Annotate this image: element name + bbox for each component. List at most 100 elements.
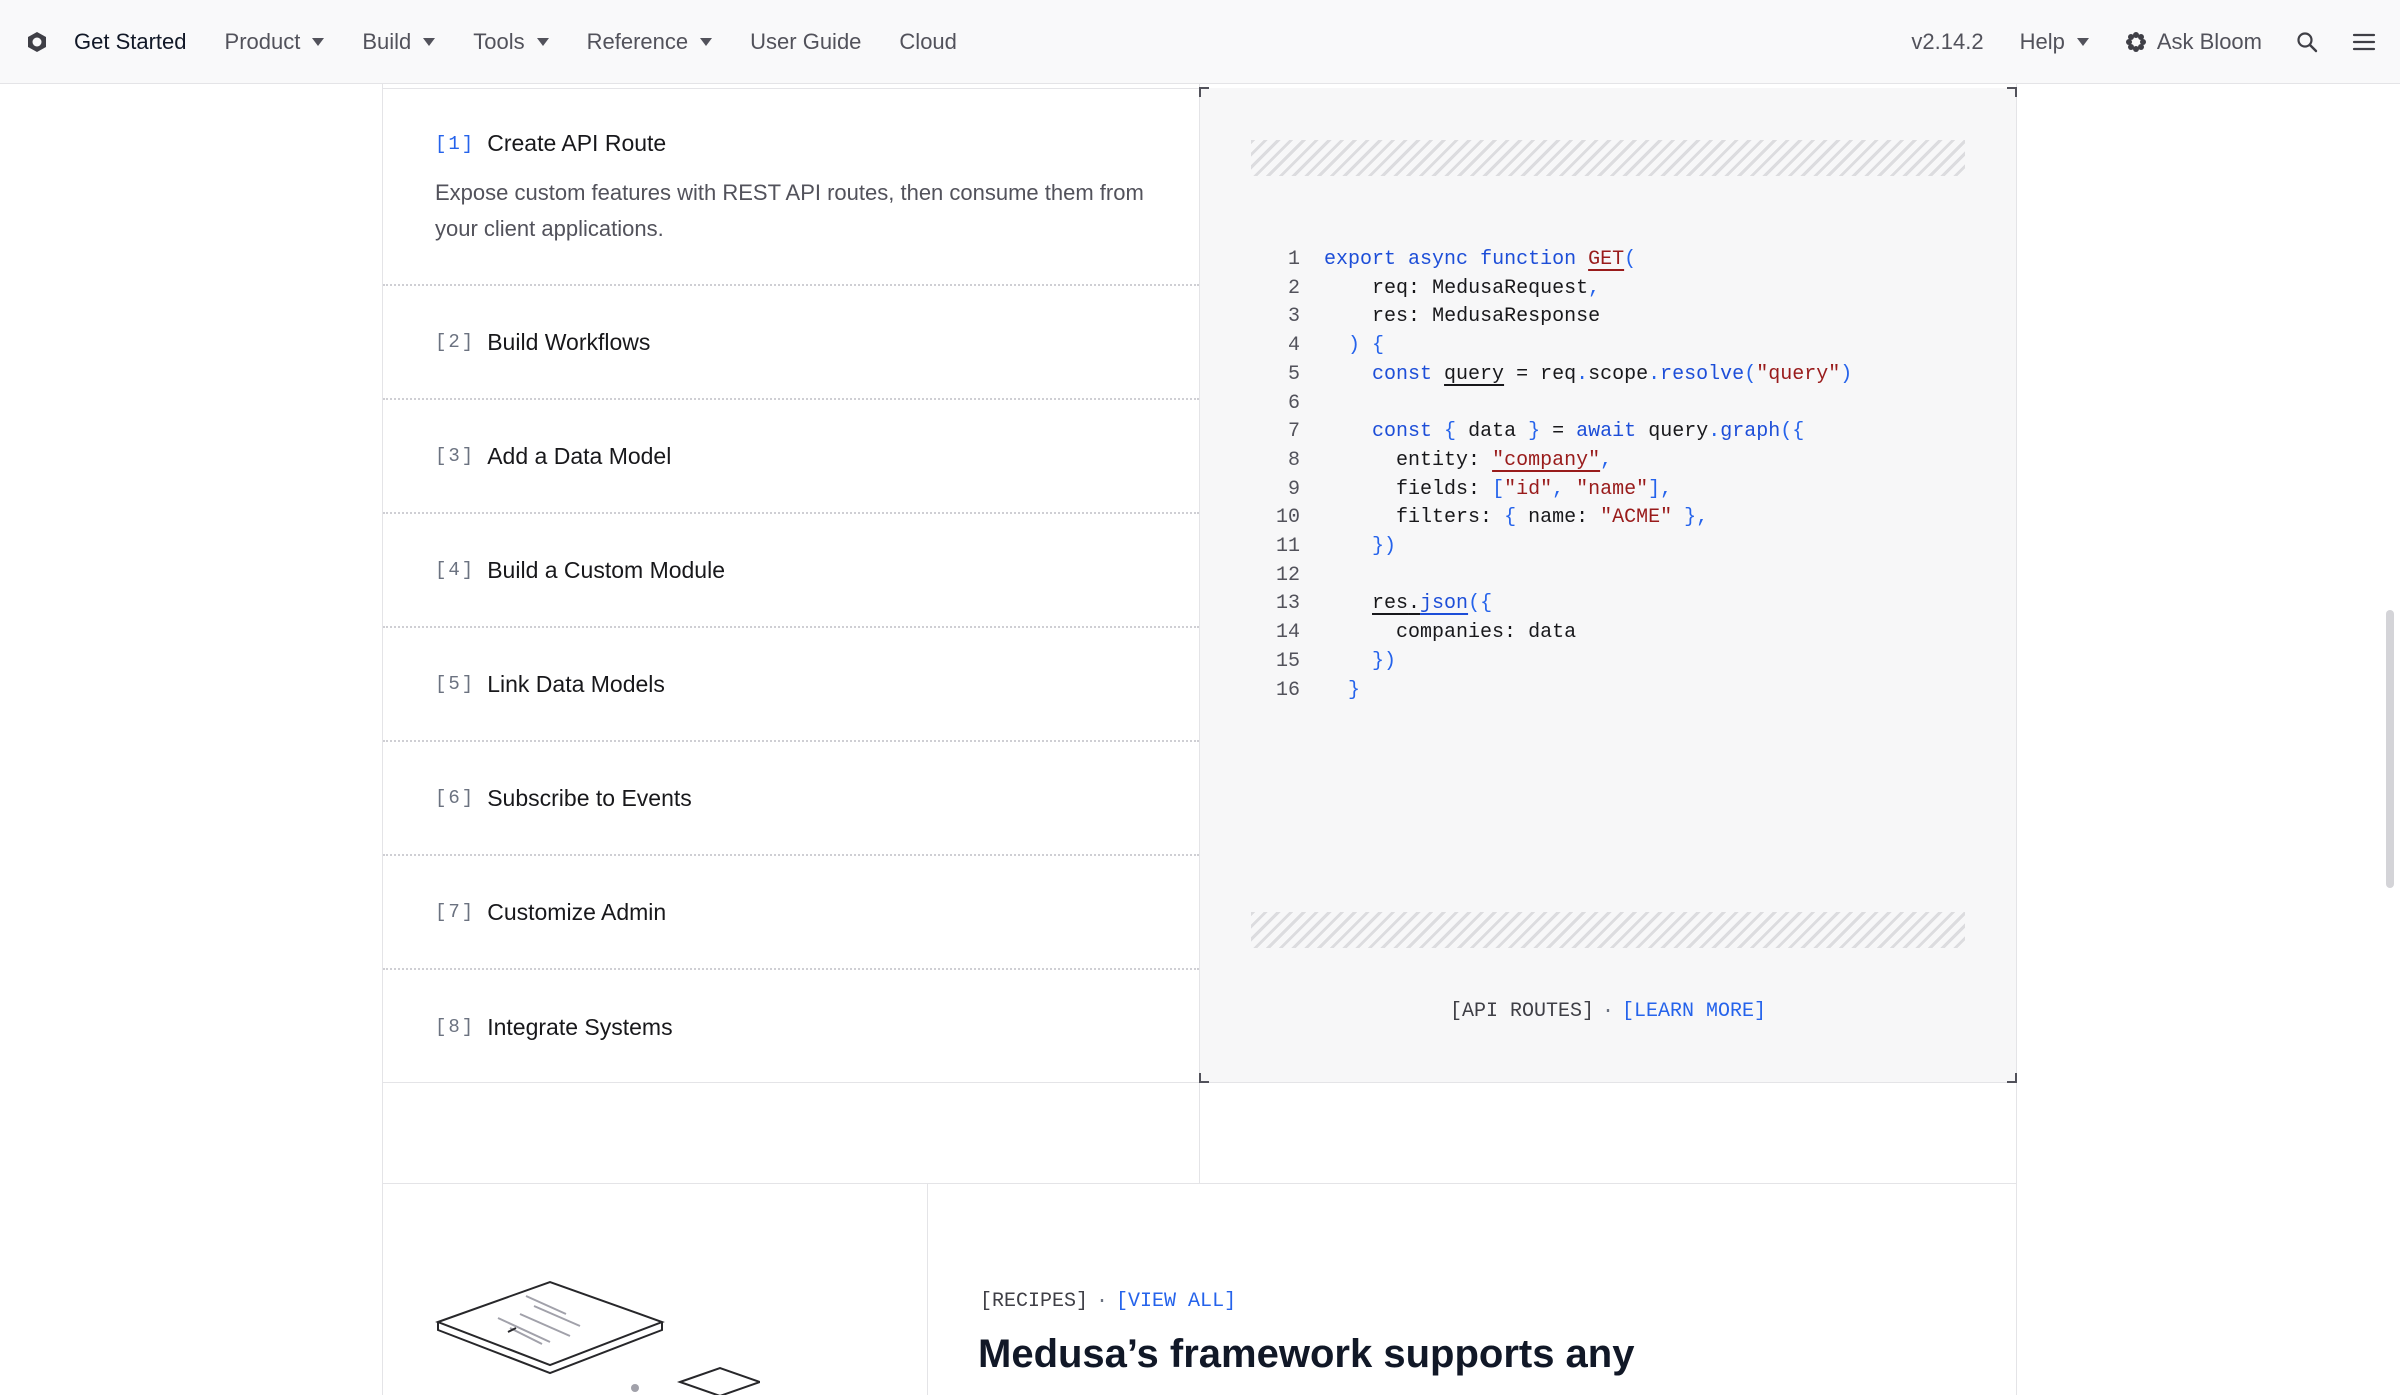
code-line: 5 const query = req.scope.resolve("query… [1250, 361, 1852, 390]
line-number: 2 [1287, 276, 1300, 300]
line-number: 4 [1287, 334, 1300, 358]
step-index: [7] [435, 901, 476, 923]
code-text: entity: "company", [1396, 448, 1613, 472]
code-text: }) [1372, 649, 1397, 673]
recipes-title: Medusa’s framework supports any [978, 1332, 1635, 1376]
step-title: Customize Admin [487, 898, 667, 925]
menu-icon[interactable] [2352, 32, 2376, 52]
version-label: v2.14.2 [1911, 28, 1984, 54]
corner-mark [2007, 87, 2017, 97]
code-text: companies: data [1396, 621, 1577, 645]
line-number: 5 [1287, 362, 1300, 386]
code-text: export async function GET( [1324, 248, 1637, 271]
top-navbar: Get Started Product Build Tools Referenc… [0, 0, 2400, 84]
line-number: 1 [1287, 248, 1300, 271]
caret-down-icon [423, 37, 436, 46]
nav-reference-label: Reference [586, 28, 689, 54]
nav-cloud-label: Cloud [899, 28, 957, 54]
line-number: 14 [1275, 621, 1300, 645]
code-text: fields: ["id", "name"], [1396, 477, 1673, 501]
code-footer: [API ROUTES] · [LEARN MORE] [1200, 1000, 2016, 1023]
step-index: [6] [435, 787, 476, 809]
nav-get-started[interactable]: Get Started [74, 29, 187, 55]
code-line: 2 req: MedusaRequest, [1250, 275, 1852, 304]
nav-user-guide-label: User Guide [750, 28, 862, 54]
code-text: } [1348, 678, 1361, 702]
step-index: [2] [435, 331, 476, 353]
nav-tools[interactable]: Tools [473, 28, 549, 55]
nav-right-group: v2.14.2 Help Ask Bloom [1911, 0, 2376, 83]
code-text: const query = req.scope.resolve("query") [1372, 362, 1853, 386]
line-number: 3 [1287, 305, 1300, 329]
line-number: 13 [1275, 592, 1300, 616]
nav-reference[interactable]: Reference [587, 29, 713, 55]
step-head: [1] Create API Route [435, 130, 1199, 157]
code-line: 3 res: MedusaResponse [1250, 303, 1852, 332]
step-title: Create API Route [487, 130, 667, 156]
code-text: res: MedusaResponse [1372, 305, 1601, 329]
line-number: 15 [1275, 649, 1300, 673]
search-icon[interactable] [2296, 31, 2318, 53]
steps-list: [1] Create API Route Expose custom featu… [383, 88, 1199, 1084]
footer-separator: · [1601, 1000, 1614, 1023]
caret-down-icon [536, 37, 549, 46]
code-text: res.json({ [1372, 592, 1493, 616]
code-text: }) [1372, 535, 1397, 559]
step-item-integrate-systems[interactable]: [8] Integrate Systems [383, 970, 1199, 1084]
code-line: 14 companies: data [1250, 619, 1852, 648]
step-item-link-data-models[interactable]: [5] Link Data Models [383, 628, 1199, 742]
corner-mark [2007, 1073, 2017, 1083]
nav-tools-label: Tools [473, 28, 525, 54]
code-text: const { data } = await query.graph({ [1372, 420, 1805, 444]
ask-bloom-button[interactable]: Ask Bloom [2125, 29, 2262, 55]
nav-get-started-label: Get Started [74, 28, 187, 54]
step-index: [5] [435, 673, 476, 695]
step-item-customize-admin[interactable]: [7] Customize Admin [383, 856, 1199, 970]
page-scrollbar-thumb[interactable] [2386, 610, 2394, 888]
code-text: filters: { name: "ACME" }, [1396, 506, 1709, 530]
step-index: [8] [435, 1016, 476, 1038]
line-number: 11 [1275, 535, 1300, 559]
code-line: 12 [1250, 562, 1852, 591]
version-selector[interactable]: v2.14.2 [1911, 29, 1983, 55]
caret-down-icon [312, 37, 325, 46]
recipes-label: [RECIPES] [980, 1290, 1089, 1313]
line-number: 16 [1275, 678, 1300, 702]
code-line: 16 } [1250, 677, 1852, 706]
view-all-link[interactable]: [VIEW ALL] [1116, 1290, 1236, 1313]
nav-help-label: Help [2019, 28, 2065, 54]
step-title: Build a Custom Module [487, 556, 726, 583]
step-item-subscribe-events[interactable]: [6] Subscribe to Events [383, 742, 1199, 856]
step-item-build-workflows[interactable]: [2] Build Workflows [383, 286, 1199, 400]
nav-product[interactable]: Product [225, 29, 325, 55]
corner-mark [1199, 87, 1209, 97]
step-item-build-custom-module[interactable]: [4] Build a Custom Module [383, 514, 1199, 628]
step-index: [4] [435, 559, 476, 581]
step-title: Link Data Models [487, 670, 665, 697]
recipes-header: [RECIPES] · [VIEW ALL] [980, 1290, 1236, 1313]
line-number: 12 [1275, 563, 1300, 587]
step-description: Expose custom features with REST API rou… [435, 180, 1144, 241]
ask-bloom-label: Ask Bloom [2156, 28, 2262, 54]
nav-product-label: Product [224, 28, 301, 54]
step-item-create-api-route[interactable]: [1] Create API Route Expose custom featu… [383, 88, 1199, 286]
line-number: 6 [1287, 391, 1300, 415]
logo-icon[interactable] [24, 29, 50, 55]
recipes-divider [927, 1184, 928, 1395]
code-line: 9 fields: ["id", "name"], [1250, 476, 1852, 505]
nav-build[interactable]: Build [362, 29, 436, 55]
nav-left-group: Get Started Product Build Tools Referenc… [24, 0, 995, 83]
code-block[interactable]: 1 export async function GET( 2 req: Medusa… [1250, 246, 1852, 705]
learn-more-link[interactable]: [LEARN MORE] [1622, 1000, 1766, 1023]
step-item-add-data-model[interactable]: [3] Add a Data Model [383, 400, 1199, 514]
frame-border-right [2016, 84, 2017, 1395]
code-line: 11 }) [1250, 533, 1852, 562]
api-routes-label: [API ROUTES] [1449, 1000, 1594, 1023]
nav-user-guide[interactable]: User Guide [750, 29, 861, 55]
code-line: 10 filters: { name: "ACME" }, [1250, 504, 1852, 533]
nav-cloud[interactable]: Cloud [899, 29, 956, 55]
nav-help[interactable]: Help [2020, 29, 2089, 55]
line-number: 7 [1287, 420, 1300, 444]
